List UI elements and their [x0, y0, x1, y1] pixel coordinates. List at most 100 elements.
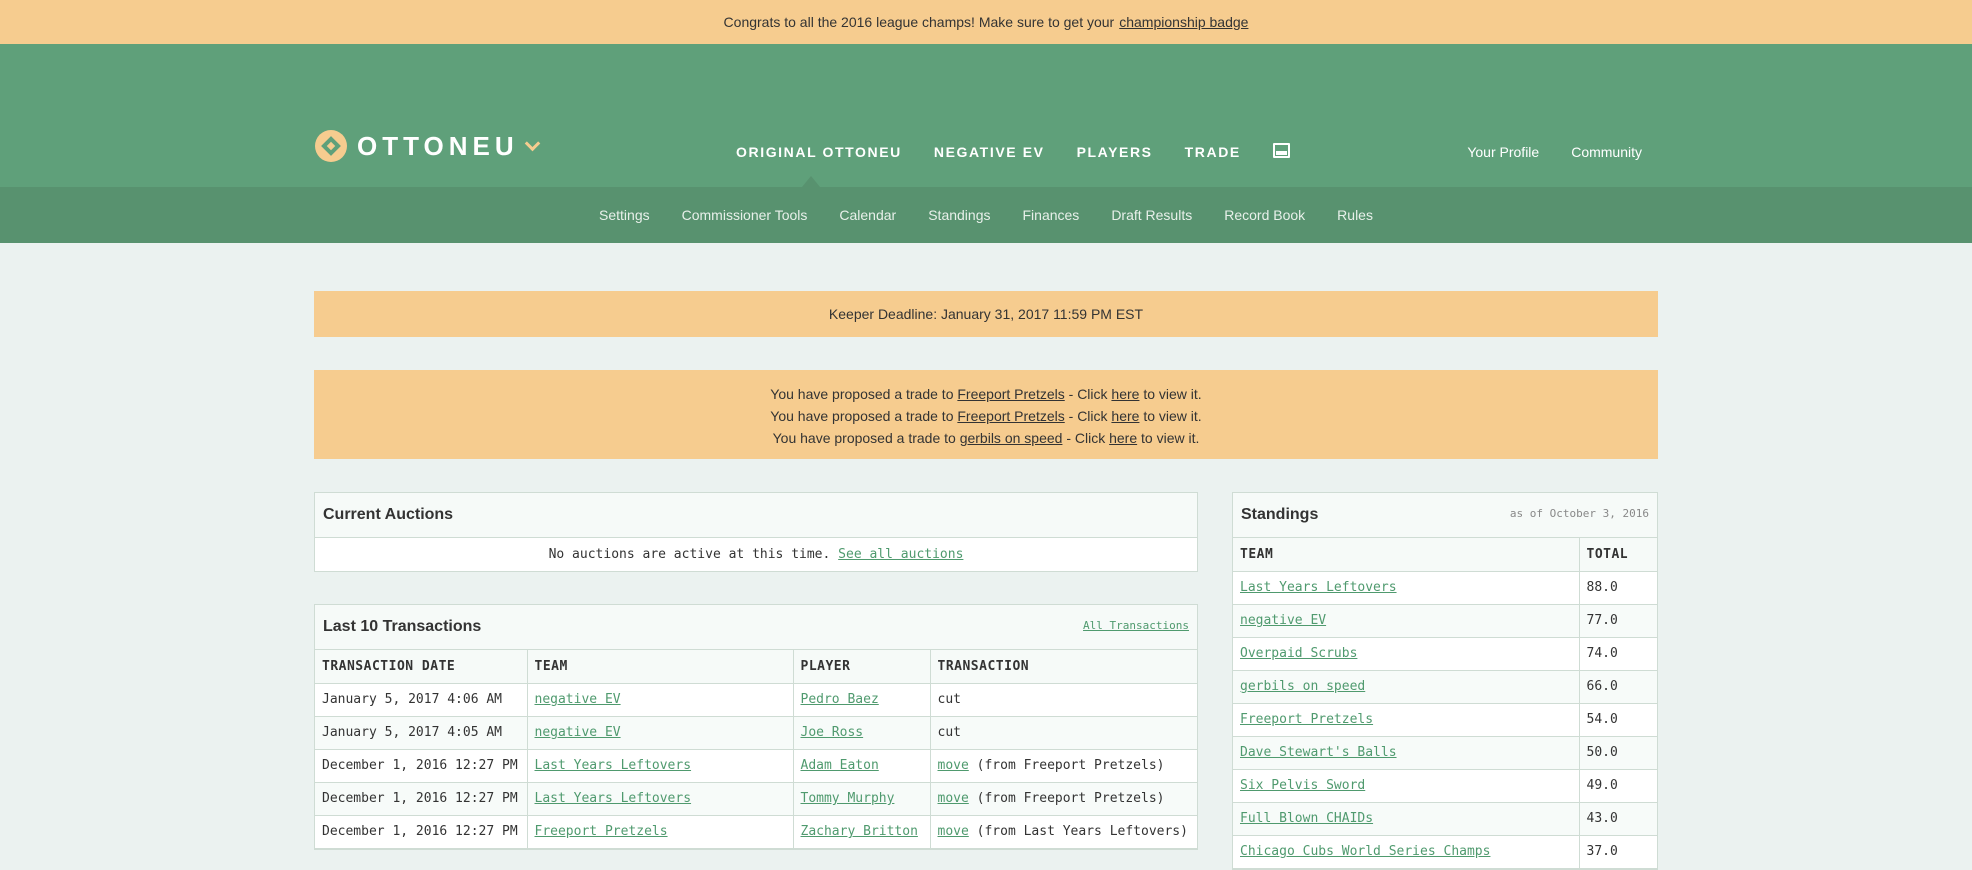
- standings-table: TEAM TOTAL Last Years Leftovers 88.0 nega…: [1233, 538, 1657, 869]
- announcement-bar: Congrats to all the 2016 league champs! …: [0, 0, 1972, 44]
- total-cell: 66.0: [1579, 670, 1657, 704]
- current-auctions-panel: Current Auctions No auctions are active …: [314, 492, 1198, 572]
- subnav-finances[interactable]: Finances: [1023, 207, 1080, 223]
- team-link[interactable]: gerbils on speed: [1240, 679, 1365, 694]
- team-link[interactable]: Last Years Leftovers: [1240, 580, 1397, 595]
- table-row: Dave Stewart's Balls 50.0: [1233, 736, 1657, 770]
- league-sub-nav: Settings Commissioner Tools Calendar Sta…: [0, 187, 1972, 243]
- user-nav: Your Profile Community: [1435, 144, 1642, 160]
- table-row: Full Blown CHAIDs 43.0: [1233, 802, 1657, 836]
- current-auctions-title: Current Auctions: [323, 506, 454, 523]
- team-link[interactable]: Dave Stewart's Balls: [1240, 745, 1397, 760]
- ottoneu-logo-icon: [315, 130, 347, 162]
- subnav-calendar[interactable]: Calendar: [839, 207, 896, 223]
- transaction-cell: cut: [930, 683, 1197, 717]
- nav-original-ottoneu[interactable]: ORIGINAL OTTONEU: [736, 144, 902, 160]
- transaction-date: January 5, 2017 4:06 AM: [315, 683, 528, 717]
- transaction-move-link[interactable]: move: [938, 758, 969, 773]
- trade-proposal-line: You have proposed a trade to Freeport Pr…: [314, 405, 1658, 427]
- player-link[interactable]: Tommy Murphy: [801, 791, 895, 806]
- trade-view-link[interactable]: here: [1111, 408, 1139, 424]
- subnav-settings[interactable]: Settings: [599, 207, 650, 223]
- total-cell: 49.0: [1579, 769, 1657, 803]
- subnav-rules[interactable]: Rules: [1337, 207, 1373, 223]
- trade-text: You have proposed a trade to: [772, 430, 956, 446]
- transaction-detail: (from Freeport Pretzels): [976, 791, 1165, 806]
- column-header[interactable]: TOTAL: [1579, 538, 1657, 572]
- total-cell: 50.0: [1579, 736, 1657, 770]
- team-link[interactable]: Overpaid Scrubs: [1240, 646, 1357, 661]
- transaction-move-link[interactable]: move: [938, 791, 969, 806]
- subnav-commissioner-tools[interactable]: Commissioner Tools: [682, 207, 808, 223]
- subnav-draft-results[interactable]: Draft Results: [1111, 207, 1192, 223]
- team-cell: negative EV: [1233, 604, 1580, 638]
- team-cell: Six Pelvis Sword: [1233, 769, 1580, 803]
- transaction-detail: (from Last Years Leftovers): [976, 824, 1188, 839]
- transaction-move-link[interactable]: move: [938, 824, 969, 839]
- nav-negative-ev[interactable]: NEGATIVE EV: [934, 144, 1045, 160]
- team-cell: Chicago Cubs World Series Champs: [1233, 835, 1580, 869]
- community-link[interactable]: Community: [1571, 144, 1642, 160]
- column-header[interactable]: TEAM: [527, 650, 794, 684]
- player-link[interactable]: Joe Ross: [801, 725, 864, 740]
- team-link[interactable]: Last Years Leftovers: [535, 758, 692, 773]
- table-row: Last Years Leftovers 88.0: [1233, 571, 1657, 605]
- site-logo[interactable]: OTTONEU: [315, 130, 540, 162]
- transactions-title: Last 10 Transactions: [323, 618, 482, 635]
- team-link[interactable]: negative EV: [1240, 613, 1326, 628]
- trade-text: You have proposed a trade to: [770, 408, 954, 424]
- no-auctions-text: No auctions are active at this time.: [548, 547, 831, 562]
- nav-players[interactable]: PLAYERS: [1077, 144, 1153, 160]
- table-header-row: TRANSACTION DATE TEAM PLAYER TRANSACTION: [315, 650, 1197, 684]
- column-header[interactable]: TRANSACTION DATE: [315, 650, 528, 684]
- player-link[interactable]: Adam Eaton: [801, 758, 879, 773]
- your-profile-link[interactable]: Your Profile: [1467, 144, 1539, 160]
- table-row: December 1, 2016 12:27 PM Freeport Pretz…: [315, 815, 1197, 849]
- team-cell: Last Years Leftovers: [1233, 571, 1580, 605]
- team-link[interactable]: Freeport Pretzels: [1240, 712, 1373, 727]
- team-link[interactable]: Six Pelvis Sword: [1240, 778, 1365, 793]
- trade-view-link[interactable]: here: [1109, 430, 1137, 446]
- keeper-deadline-text: Keeper Deadline: January 31, 2017 11:59 …: [828, 306, 1144, 322]
- transaction-cell: move (from Freeport Pretzels): [930, 782, 1197, 816]
- column-header[interactable]: PLAYER: [793, 650, 931, 684]
- table-row: gerbils on speed 66.0: [1233, 670, 1657, 704]
- subnav-standings[interactable]: Standings: [928, 207, 990, 223]
- column-header[interactable]: TEAM: [1233, 538, 1580, 572]
- player-link[interactable]: Pedro Baez: [801, 692, 879, 707]
- inbox-icon[interactable]: [1272, 142, 1290, 158]
- panel-header: Last 10 Transactions All Transactions: [315, 605, 1197, 650]
- championship-badge-link[interactable]: championship badge: [1119, 14, 1248, 30]
- trade-text: to view it.: [1143, 408, 1202, 424]
- team-cell: Freeport Pretzels: [1233, 703, 1580, 737]
- total-cell: 43.0: [1579, 802, 1657, 836]
- transaction-date: December 1, 2016 12:27 PM: [315, 749, 528, 783]
- table-row: December 1, 2016 12:27 PM Last Years Lef…: [315, 782, 1197, 816]
- all-transactions-link[interactable]: All Transactions: [1083, 619, 1189, 632]
- trade-text: to view it.: [1141, 430, 1200, 446]
- team-link[interactable]: Freeport Pretzels: [535, 824, 668, 839]
- trade-view-link[interactable]: here: [1111, 386, 1139, 402]
- team-cell: negative EV: [527, 716, 794, 750]
- player-cell: Pedro Baez: [793, 683, 931, 717]
- trade-team-link[interactable]: Freeport Pretzels: [957, 408, 1064, 424]
- announcement-text: Congrats to all the 2016 league champs! …: [723, 14, 1115, 30]
- column-header[interactable]: TRANSACTION: [930, 650, 1197, 684]
- see-all-auctions-link[interactable]: See all auctions: [838, 547, 963, 562]
- active-nav-indicator: [802, 176, 820, 187]
- transaction-cell: move (from Freeport Pretzels): [930, 749, 1197, 783]
- player-cell: Tommy Murphy: [793, 782, 931, 816]
- trade-team-link[interactable]: Freeport Pretzels: [957, 386, 1064, 402]
- table-header-row: TEAM TOTAL: [1233, 538, 1657, 572]
- player-link[interactable]: Zachary Britton: [801, 824, 918, 839]
- team-link[interactable]: Chicago Cubs World Series Champs: [1240, 844, 1490, 859]
- team-link[interactable]: Full Blown CHAIDs: [1240, 811, 1373, 826]
- team-link[interactable]: Last Years Leftovers: [535, 791, 692, 806]
- chevron-down-icon[interactable]: [524, 135, 540, 151]
- trade-team-link[interactable]: gerbils on speed: [960, 430, 1063, 446]
- keeper-deadline-notice: Keeper Deadline: January 31, 2017 11:59 …: [314, 291, 1658, 337]
- nav-trade[interactable]: TRADE: [1185, 144, 1241, 160]
- subnav-record-book[interactable]: Record Book: [1224, 207, 1305, 223]
- team-link[interactable]: negative EV: [535, 725, 621, 740]
- team-link[interactable]: negative EV: [535, 692, 621, 707]
